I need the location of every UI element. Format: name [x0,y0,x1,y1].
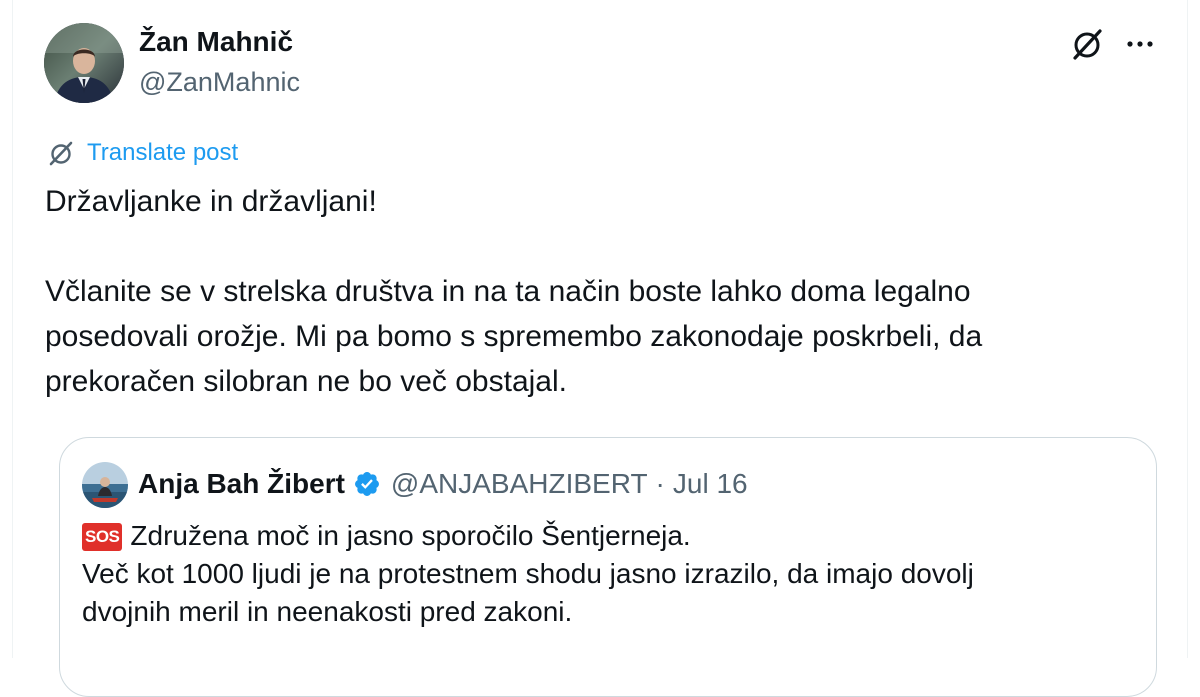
quoted-author-handle[interactable]: @ANJABAHZIBERT [391,466,648,502]
post-line: posedovali orožje. Mi pa bomo s sprememb… [45,320,983,353]
grok-button[interactable] [1069,26,1105,62]
quoted-post[interactable]: Anja Bah Žibert @ANJABAHZIBERT · Jul 16 … [59,437,1157,697]
post-header-actions [1069,26,1157,62]
more-dots-icon [1127,41,1153,47]
quoted-post-header: Anja Bah Žibert @ANJABAHZIBERT · Jul 16 [138,466,748,502]
sos-emoji-icon: SOS [82,523,123,551]
author-avatar[interactable] [44,23,124,103]
author-display-name[interactable]: Žan Mahnič [139,24,293,60]
more-options-button[interactable] [1123,27,1157,61]
separator-dot: · [655,468,665,499]
post-line: Državljanke in državljani! [45,185,377,218]
quoted-post-line: SOS Združena moč in jasno sporočilo Šentj… [82,517,1132,555]
translate-post[interactable]: Translate post [47,138,238,168]
quoted-post-date[interactable]: Jul 16 [673,466,748,502]
quoted-post-text: SOS Združena moč in jasno sporočilo Šentj… [82,517,1132,631]
post-line: Včlanite se v strelska društva in na ta … [45,275,971,308]
post-line: prekoračen silobran ne bo več obstajal. [45,365,567,398]
slashed-circle-icon [49,141,73,166]
avatar-photo [82,462,128,508]
quoted-post-line: Več kot 1000 ljudi je na protestnem shod… [82,558,974,589]
verified-badge-icon [353,470,381,498]
author-handle[interactable]: @ZanMahnic [139,64,300,100]
quoted-author-name[interactable]: Anja Bah Žibert [138,466,345,502]
slashed-circle-icon [1073,29,1102,60]
post-card: Žan Mahnič @ZanMahnic Translate post Drž… [12,0,1188,697]
post-text: Državljanke in državljani! Včlanite se v… [45,179,1155,404]
translate-post-link[interactable]: Translate post [87,138,238,168]
quoted-post-line: dvojnih meril in neenakosti pred zakoni. [82,596,573,627]
quoted-author-avatar[interactable] [82,462,128,508]
avatar-photo [44,23,124,103]
